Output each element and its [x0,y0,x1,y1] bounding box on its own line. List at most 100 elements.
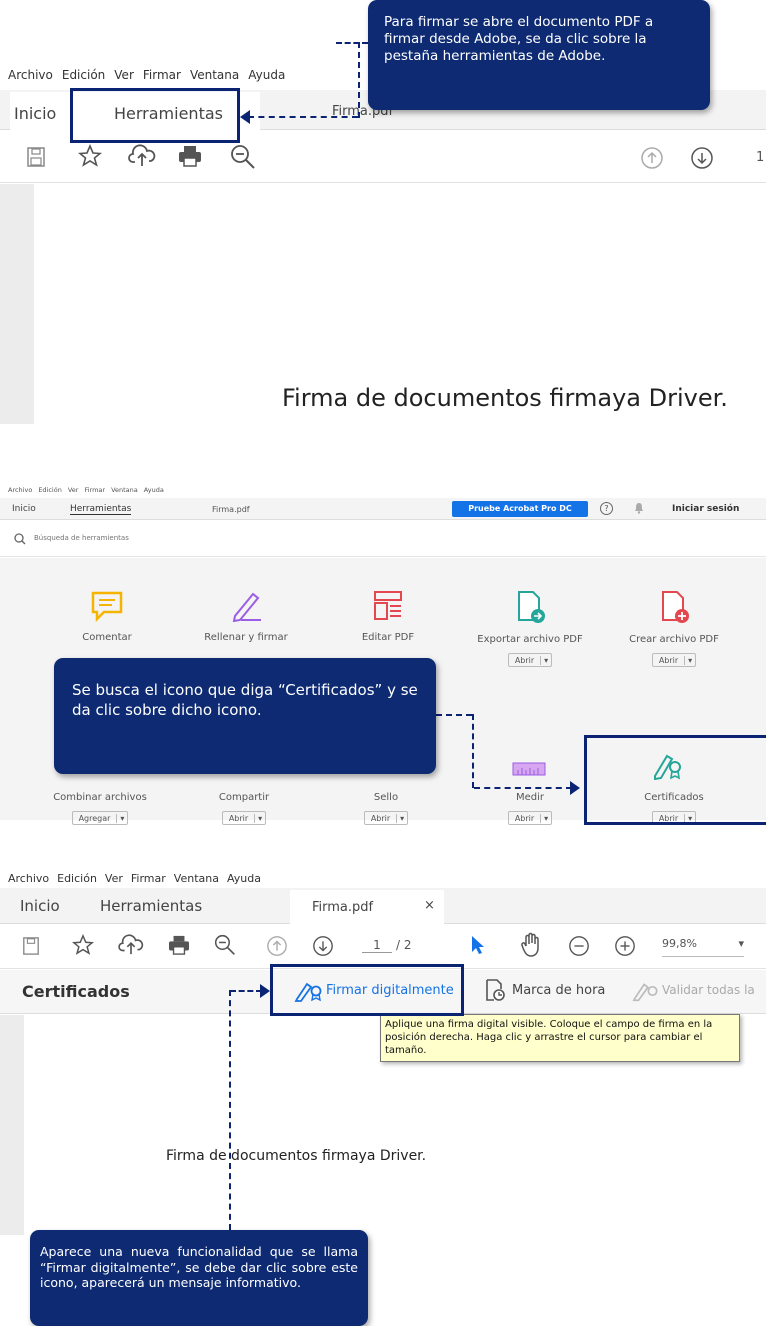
menu-ver[interactable]: Ver [68,486,79,494]
menu-ayuda[interactable]: Ayuda [227,872,261,885]
zoom-in-circle-icon[interactable] [614,935,636,957]
menu-bar-3: Archivo Edición Ver Firmar Ventana Ayuda [8,872,261,885]
open-button[interactable]: Abrir ▾ [507,653,553,667]
tool-combinar[interactable]: Combinar archivos Agregar ▾ [30,792,170,825]
menu-archivo[interactable]: Archivo [8,872,49,885]
menu-firmar[interactable]: Firmar [131,872,166,885]
menu-firmar[interactable]: Firmar [143,68,181,82]
tab-document[interactable]: Firma.pdf [312,900,373,915]
zoom-out-icon[interactable] [214,934,236,956]
tool-exportar-pdf[interactable]: Exportar archivo PDF Abrir ▾ [460,590,600,667]
menu-ver[interactable]: Ver [105,872,123,885]
menu-ventana[interactable]: Ventana [174,872,219,885]
open-button[interactable]: Abrir ▾ [221,811,267,825]
zoom-out-icon[interactable] [230,144,256,170]
star-icon[interactable] [78,144,102,168]
tab-inicio[interactable]: Inicio [14,104,56,123]
search-input[interactable] [34,531,254,545]
open-button[interactable]: Abrir ▾ [651,653,697,667]
bell-icon[interactable] [634,502,644,514]
zoom-select[interactable]: 99,8% ▾ [662,937,744,957]
page-total: / 2 [396,938,412,952]
tab-inicio[interactable]: Inicio [12,504,36,514]
menu-firmar[interactable]: Firmar [84,486,105,494]
comment-icon [90,590,124,622]
menu-ver[interactable]: Ver [114,68,134,82]
print-icon[interactable] [178,145,202,167]
tab-document[interactable]: Firma.pdf [212,505,250,514]
connector-v [229,990,231,1230]
sign-in-link[interactable]: Iniciar sesión [672,504,739,514]
menu-bar: Archivo Edición Ver Firmar Ventana Ayuda [8,68,285,82]
export-pdf-icon [513,590,547,624]
tool-label: Rellenar y firmar [204,632,288,643]
menu-archivo[interactable]: Archivo [8,486,32,494]
left-panel [0,1015,24,1235]
previous-page-icon[interactable] [266,935,288,957]
next-page-icon[interactable] [312,935,334,957]
page-current-input[interactable]: 1 [362,938,392,953]
tool-comentar[interactable]: Comentar [37,590,177,643]
next-page-icon[interactable] [690,146,714,170]
open-button[interactable]: Abrir ▾ [363,811,409,825]
tool-crear-pdf[interactable]: Crear archivo PDF Abrir ▾ [604,590,744,667]
timestamp-icon[interactable] [484,978,506,1002]
arrow-head [260,984,270,998]
tool-rellenar-firmar[interactable]: Rellenar y firmar [176,590,316,643]
cloud-upload-icon[interactable] [128,144,156,168]
menu-edicion[interactable]: Edición [57,872,97,885]
tool-compartir[interactable]: Compartir Abrir ▾ [174,792,314,825]
create-pdf-icon [657,590,691,624]
zoom-out-circle-icon[interactable] [568,935,590,957]
menu-edicion[interactable]: Edición [38,486,62,494]
panel-title: Certificados [22,982,130,1001]
arrow-head [240,110,250,124]
validate-all-button[interactable]: Validar todas la [662,983,766,997]
search-icon[interactable] [14,533,26,545]
page-number[interactable]: 1 [756,150,764,165]
highlight-certificados [584,735,766,825]
save-icon[interactable] [26,146,46,168]
save-icon[interactable] [22,936,40,956]
zoom-value: 99,8% [662,937,697,950]
try-acrobat-button[interactable]: Pruebe Acrobat Pro DC [452,501,588,517]
menu-archivo[interactable]: Archivo [8,68,53,82]
timestamp-button[interactable]: Marca de hora [512,983,605,998]
connector-horizontal [248,116,358,118]
menu-ventana[interactable]: Ventana [190,68,239,82]
connector-v [472,714,474,788]
menu-ayuda[interactable]: Ayuda [144,486,164,494]
select-cursor-icon[interactable] [470,934,486,956]
tool-label: Crear archivo PDF [629,634,719,645]
validate-icon [632,980,660,1002]
cloud-upload-icon[interactable] [118,934,144,956]
tab-herramientas[interactable]: Herramientas [100,897,202,915]
close-tab-icon[interactable]: × [424,898,435,913]
help-icon[interactable]: ? [600,502,613,515]
left-panel [0,184,34,424]
open-button[interactable]: Abrir ▾ [507,811,553,825]
menu-ayuda[interactable]: Ayuda [248,68,285,82]
measure-icon [512,762,546,776]
print-icon[interactable] [168,935,190,955]
hand-icon[interactable] [520,932,544,958]
arrow-head [570,781,580,795]
menu-bar-2: Archivo Edición Ver Firmar Ventana Ayuda [8,486,164,494]
tool-label: Compartir [218,792,270,803]
highlight-sign-digitally [270,964,464,1016]
menu-edicion[interactable]: Edición [62,68,105,82]
tool-medir[interactable]: Medir Abrir ▾ [460,792,600,825]
previous-page-icon[interactable] [640,146,664,170]
add-button[interactable]: Agregar ▾ [71,811,129,825]
tool-sello[interactable]: Sello Abrir ▾ [316,792,456,825]
menu-ventana[interactable]: Ventana [111,486,138,494]
edit-pdf-icon [371,590,405,622]
tab-herramientas[interactable]: Herramientas [70,504,132,515]
tool-label: Exportar archivo PDF [477,634,583,645]
star-icon[interactable] [72,934,94,956]
tool-label: Comentar [82,632,132,643]
tool-editar-pdf[interactable]: Editar PDF [318,590,458,643]
connector-h1 [436,714,472,716]
tab-inicio[interactable]: Inicio [20,897,60,915]
connector-horizontal-top [336,42,368,44]
